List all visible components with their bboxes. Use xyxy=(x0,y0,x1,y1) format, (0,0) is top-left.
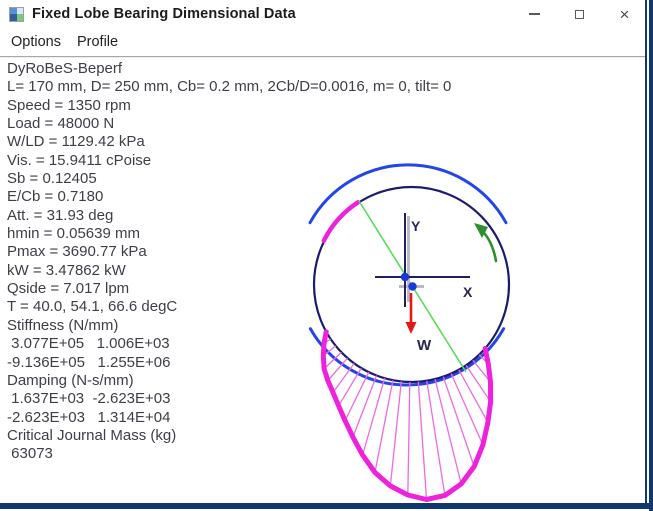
app-icon xyxy=(9,7,24,22)
menu-item-options[interactable]: Options xyxy=(3,34,69,50)
maximize-icon xyxy=(575,10,584,19)
minimize-button[interactable] xyxy=(512,0,557,28)
report-line: -2.623E+03 1.314E+04 xyxy=(7,409,447,427)
window-controls: × xyxy=(512,0,647,28)
close-icon: × xyxy=(620,6,630,23)
window-title: Fixed Lobe Bearing Dimensional Data xyxy=(32,6,296,22)
report-line: L= 170 mm, D= 250 mm, Cb= 0.2 mm, 2Cb/D=… xyxy=(7,78,447,96)
report-line: kW = 3.47862 kW xyxy=(7,262,447,280)
report-line: Damping (N-s/mm) xyxy=(7,372,447,390)
menu-bar: Options Profile xyxy=(0,28,647,56)
report-line: DyRoBeS-Beperf xyxy=(7,60,447,78)
report-line: Speed = 1350 rpm xyxy=(7,97,447,115)
rotation-arrow-head xyxy=(474,223,488,238)
window-border-bottom xyxy=(0,503,653,509)
report-line: Qside = 7.017 lpm xyxy=(7,280,447,298)
report-text: DyRoBeS-BeperfL= 170 mm, D= 250 mm, Cb= … xyxy=(7,60,447,464)
report-line: hmin = 0.05639 mm xyxy=(7,225,447,243)
window-border-right xyxy=(649,0,653,511)
report-line: Load = 48000 N xyxy=(7,115,447,133)
report-line: -9.136E+05 1.255E+06 xyxy=(7,354,447,372)
report-line: Vis. = 15.9411 cPoise xyxy=(7,152,447,170)
report-line: Att. = 31.93 deg xyxy=(7,207,447,225)
report-line: Critical Journal Mass (kg) xyxy=(7,427,447,445)
close-button[interactable]: × xyxy=(602,0,647,28)
minimize-icon xyxy=(529,13,540,15)
pressure-hatch-line xyxy=(466,365,491,401)
report-line: Pmax = 3690.77 kPa xyxy=(7,243,447,261)
report-line: 3.077E+05 1.006E+03 xyxy=(7,335,447,353)
report-line: 1.637E+03 -2.623E+03 xyxy=(7,390,447,408)
menu-item-profile[interactable]: Profile xyxy=(69,34,126,50)
pressure-hatch-line xyxy=(451,374,483,445)
rotation-arrow xyxy=(478,227,496,261)
report-line: W/LD = 1129.42 kPa xyxy=(7,133,447,151)
report-line: E/Cb = 0.7180 xyxy=(7,188,447,206)
maximize-button[interactable] xyxy=(557,0,602,28)
pressure-hatch-line xyxy=(443,377,474,467)
menu-separator-shadow xyxy=(0,57,647,58)
report-line: Stiffness (N/mm) xyxy=(7,317,447,335)
pressure-hatch-line xyxy=(473,360,491,382)
pressure-hatch-line xyxy=(459,370,488,422)
pressure-hatch-line xyxy=(479,355,488,364)
report-line: T = 40.0, 54.1, 66.6 degC xyxy=(7,298,447,316)
diagram-label-x: X xyxy=(463,284,473,300)
window-border-right-inner xyxy=(645,0,647,505)
report-line: Sb = 0.12405 xyxy=(7,170,447,188)
report-line: 63073 xyxy=(7,445,447,463)
